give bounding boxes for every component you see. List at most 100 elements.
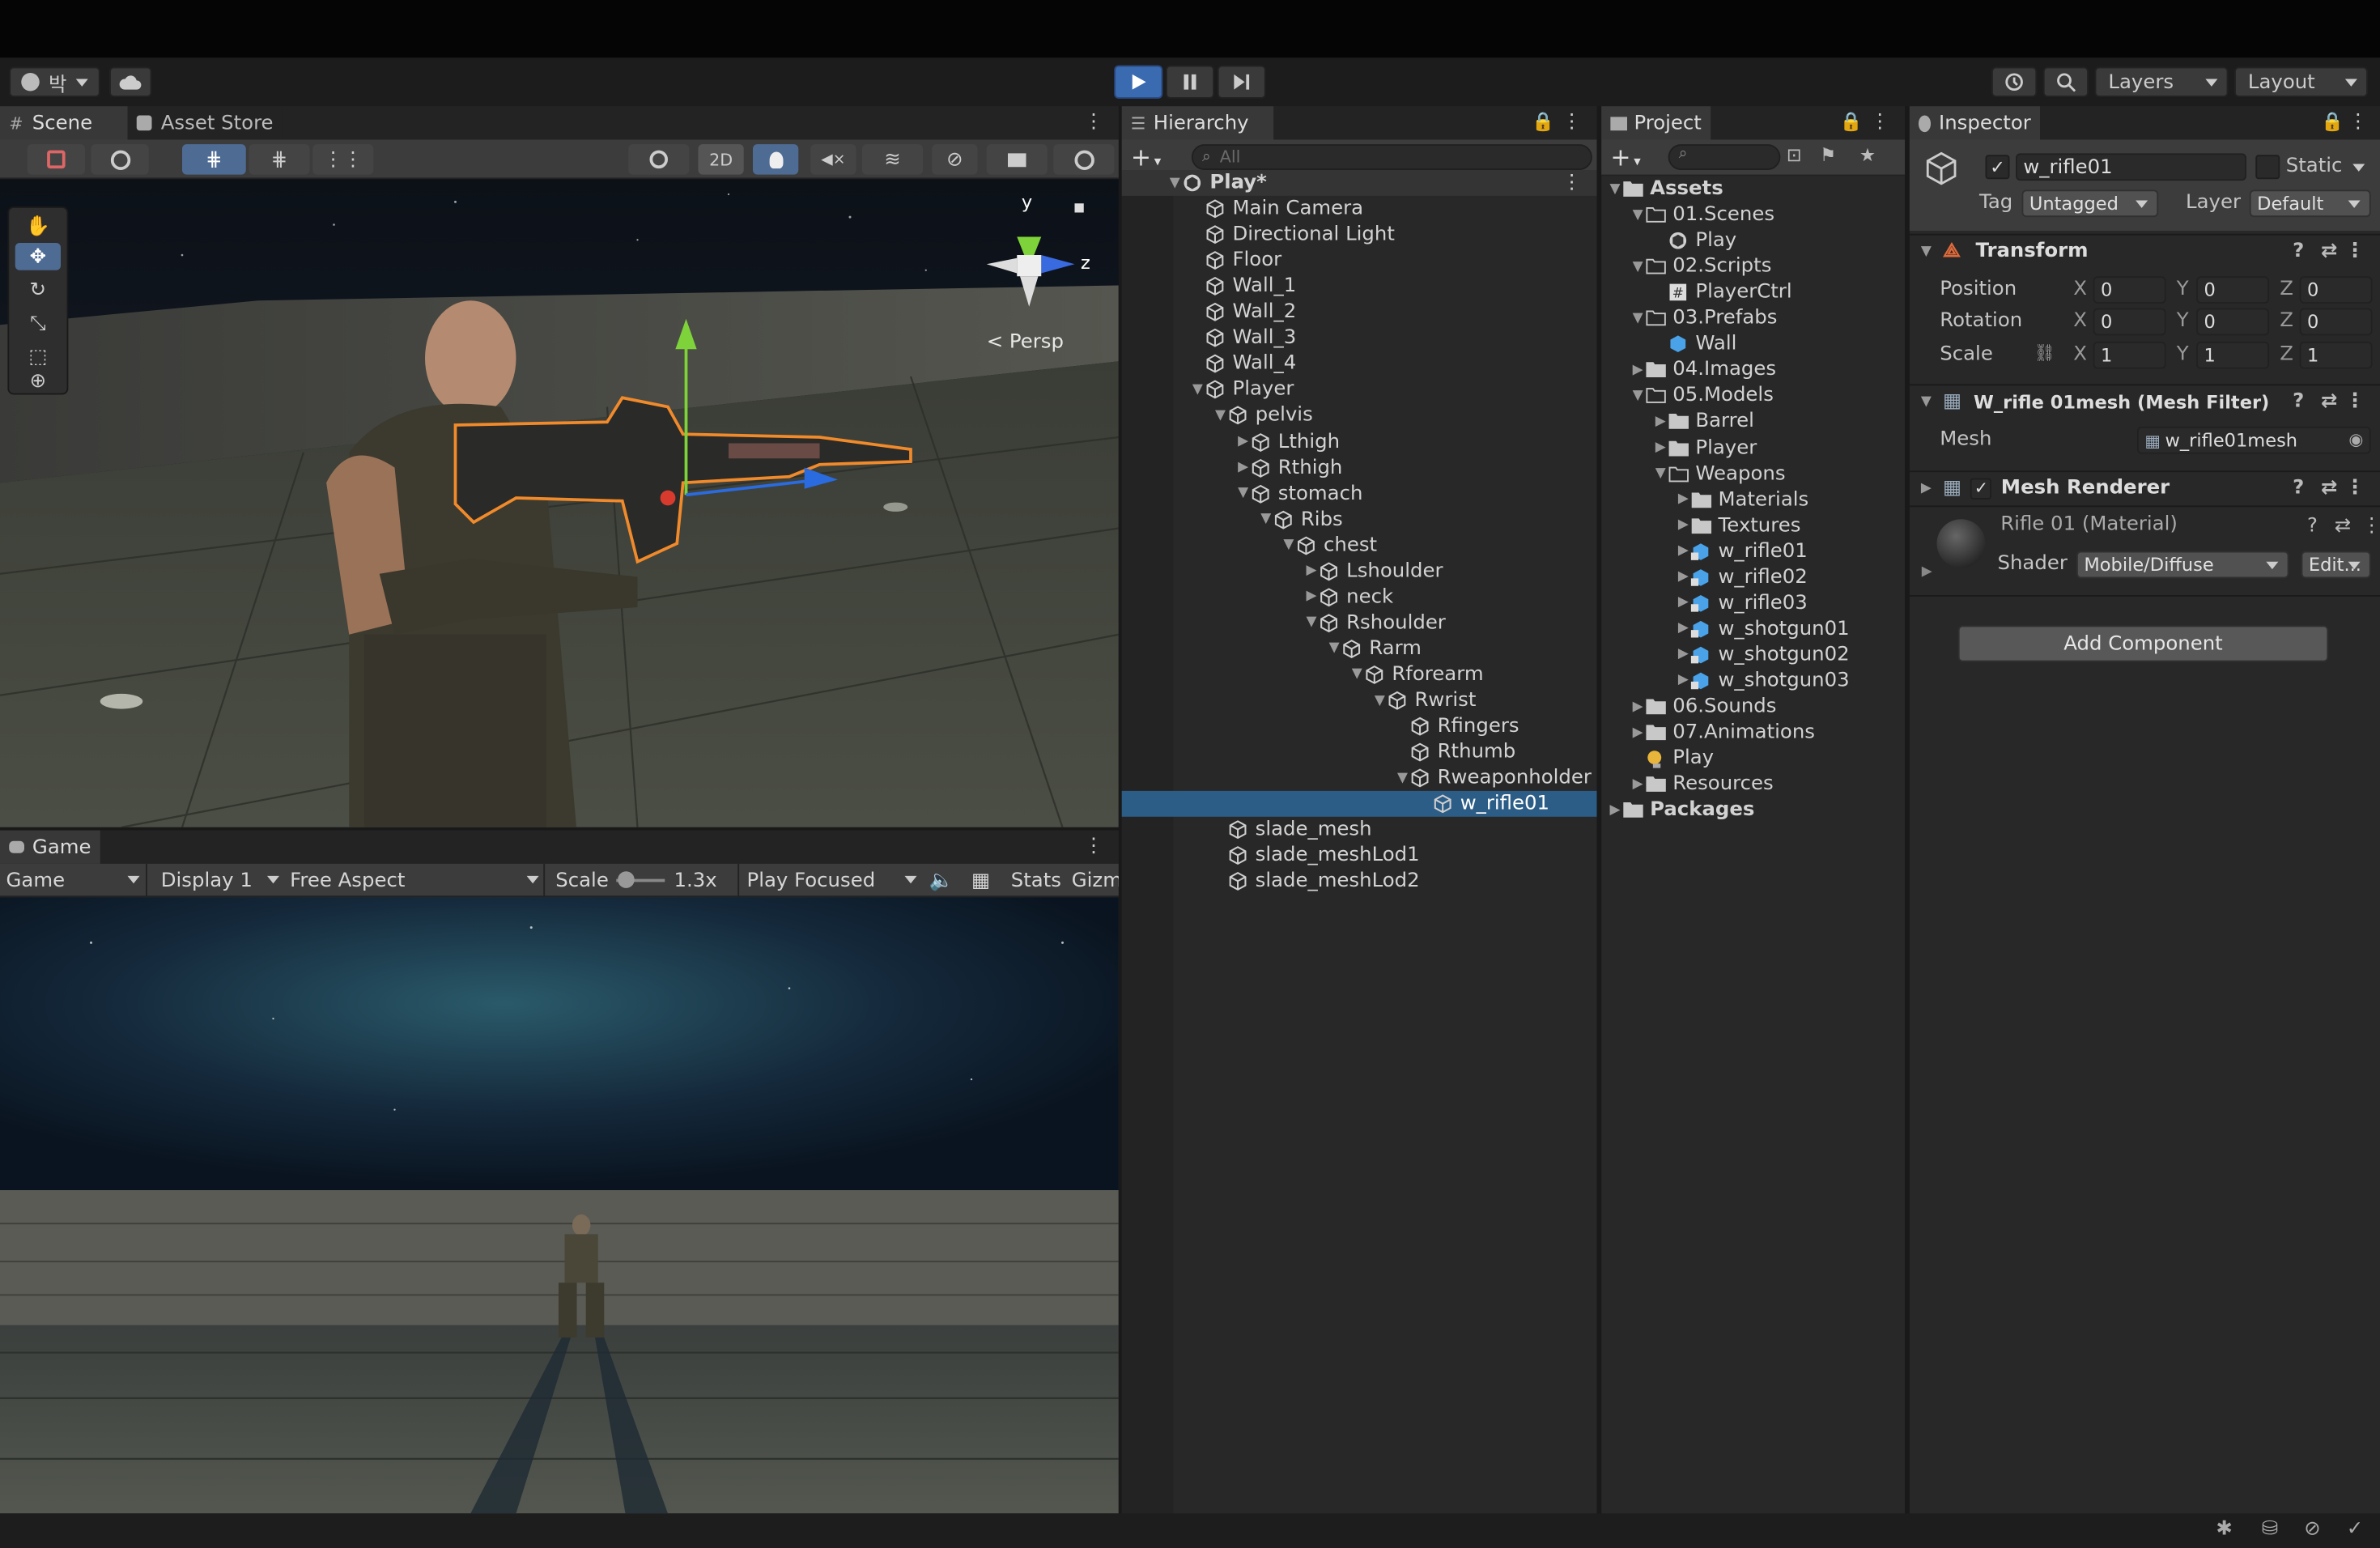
increment-snap-button[interactable]: ⋮⋮ (312, 144, 374, 175)
hand-tool-icon[interactable]: ✋ (15, 213, 61, 240)
project-item[interactable]: ▶ Textures (1601, 512, 1905, 538)
account-dropdown[interactable]: 박 (9, 66, 100, 97)
static-dropdown-icon[interactable] (2352, 164, 2365, 178)
lock-icon[interactable] (1074, 203, 1084, 213)
project-item[interactable]: ▶ Player (1601, 435, 1905, 461)
scale-x-field[interactable]: 1 (2093, 341, 2166, 369)
foldout-closed-icon[interactable]: ▶ (1235, 460, 1251, 475)
rotation-y-field[interactable]: 0 (2196, 308, 2270, 336)
position-x-field[interactable]: 0 (2093, 276, 2166, 304)
foldout-open-icon[interactable]: ▼ (1235, 486, 1251, 501)
project-item[interactable]: ▶ Packages (1601, 797, 1905, 823)
shading-dropdown[interactable] (628, 144, 690, 175)
presets-icon[interactable]: ⇄ (2321, 477, 2337, 500)
hierarchy-item[interactable]: ▼ Rarm (1122, 636, 1597, 661)
component-menu-icon[interactable]: ⋮ (2345, 240, 2365, 262)
project-item[interactable]: ▶ w_shotgun03 (1601, 668, 1905, 694)
hierarchy-search-input[interactable]: ⌕ All (1191, 144, 1592, 170)
tab-inspector[interactable]: Inspector (1909, 106, 2040, 140)
hierarchy-item[interactable]: Wall_1 (1122, 274, 1597, 300)
search-button[interactable] (2042, 66, 2089, 97)
component-menu-icon[interactable]: ⋮ (2345, 390, 2365, 413)
foldout-open-icon[interactable]: ▼ (1630, 311, 1646, 326)
foldout-open-icon[interactable]: ▼ (1349, 667, 1365, 683)
project-item[interactable]: ▶ 06.Sounds (1601, 694, 1905, 720)
rotation-y-label[interactable]: Y (2177, 310, 2189, 333)
aspect-dropdown[interactable]: Free Aspect (290, 867, 539, 895)
lighting-toggle[interactable] (753, 144, 799, 175)
hierarchy-item[interactable]: Wall_2 (1122, 300, 1597, 325)
scale-y-field[interactable]: 1 (2196, 341, 2270, 369)
view-mode-dropdown[interactable]: Game (6, 867, 143, 895)
foldout-closed-icon[interactable]: ▶ (1630, 725, 1646, 740)
mute-audio-icon[interactable]: 🔈 (929, 867, 954, 895)
hierarchy-item[interactable]: Wall_4 (1122, 351, 1597, 377)
project-item[interactable]: ▼ Weapons (1601, 461, 1905, 487)
hierarchy-item[interactable]: Rthumb (1122, 739, 1597, 765)
scale-z-field[interactable]: 1 (2299, 341, 2373, 369)
position-x-label[interactable]: X (2073, 278, 2087, 300)
scale-y-label[interactable]: Y (2177, 343, 2189, 366)
create-asset-button[interactable]: + ▾ (1610, 142, 1640, 172)
help-icon[interactable]: ? (2307, 515, 2318, 538)
transform-header[interactable]: ▼ ⟁ Transform ? ⇄ ⋮ (1909, 233, 2380, 267)
project-search-input[interactable]: ⌕ (1668, 144, 1781, 170)
display-dropdown[interactable]: Display 1 (161, 867, 279, 895)
project-item[interactable]: ▼ 03.Prefabs (1601, 305, 1905, 331)
project-item[interactable]: ▶ Materials (1601, 487, 1905, 512)
hierarchy-item[interactable]: ▼ Player (1122, 377, 1597, 403)
gizmos-dropdown[interactable] (1053, 144, 1115, 175)
foldout-closed-icon[interactable]: ▶ (1676, 647, 1691, 662)
foldout-open-icon[interactable]: ▼ (1258, 512, 1273, 527)
stats-button[interactable]: Stats (1011, 867, 1061, 895)
enabled-checkbox[interactable]: ✓ (1970, 477, 1992, 499)
layers-dropdown[interactable]: Layers (2094, 66, 2229, 97)
foldout-open-icon[interactable]: ▼ (1327, 641, 1342, 657)
object-name-field[interactable]: w_rifle01 (2016, 153, 2246, 181)
foldout-closed-icon[interactable]: ▶ (1630, 363, 1646, 378)
help-icon[interactable]: ? (2293, 240, 2304, 262)
edit-shader-button[interactable]: Edit... (2301, 551, 2371, 579)
foldout-closed-icon[interactable]: ▶ (1676, 492, 1691, 508)
foldout-open-icon[interactable]: ▼ (1653, 466, 1668, 482)
play-button[interactable] (1114, 65, 1163, 99)
search-by-label-icon[interactable]: ⚑ (1820, 144, 1836, 165)
hierarchy-item[interactable]: ▼ Ribs (1122, 507, 1597, 533)
hierarchy-item[interactable]: ▼ Rweaponholder (1122, 765, 1597, 791)
foldout-open-icon[interactable]: ▼ (1395, 771, 1410, 786)
more-menu-icon[interactable]: ⋮ (1562, 111, 1581, 134)
scale-z-label[interactable]: Z (2280, 343, 2293, 366)
position-z-label[interactable]: Z (2280, 278, 2293, 300)
toggle-2d-button[interactable]: 2D (698, 144, 744, 175)
add-object-button[interactable]: + ▾ (1131, 142, 1161, 172)
debug-icon[interactable]: ⊘ (2304, 1518, 2320, 1541)
rotation-x-label[interactable]: X (2073, 310, 2087, 333)
rotate-tool-icon[interactable]: ↻ (15, 276, 61, 304)
foldout-open-icon[interactable]: ▼ (1281, 538, 1297, 553)
scale-x-label[interactable]: X (2073, 343, 2087, 366)
hierarchy-item[interactable]: Directional Light (1122, 222, 1597, 248)
rect-tool-icon[interactable]: ⬚ (15, 343, 61, 371)
foldout-open-icon[interactable]: ▼ (1304, 615, 1320, 631)
rotation-x-field[interactable]: 0 (2093, 308, 2166, 336)
transform-tool-icon[interactable]: ⊕ (15, 368, 61, 395)
rotation-z-label[interactable]: Z (2280, 310, 2293, 333)
layer-dropdown[interactable]: Default (2249, 189, 2371, 218)
hierarchy-item[interactable]: Wall_3 (1122, 325, 1597, 351)
scale-slider-handle[interactable] (618, 871, 635, 888)
foldout-open-icon[interactable]: ▼ (1213, 408, 1228, 423)
position-z-field[interactable]: 0 (2299, 276, 2373, 304)
project-item[interactable]: ▼ Assets (1601, 176, 1905, 202)
foldout-open-icon[interactable]: ▼ (1630, 207, 1646, 223)
project-item[interactable]: ▼ 05.Models (1601, 383, 1905, 409)
active-checkbox[interactable]: ✓ (1985, 155, 2010, 180)
mesh-filter-header[interactable]: ▼ ▦ W_rifle 01mesh (Mesh Filter) ? ⇄ ⋮ (1909, 384, 2380, 417)
lock-icon[interactable]: 🔒 (1532, 111, 1554, 132)
foldout-closed-icon[interactable]: ▶ (1304, 589, 1320, 605)
hierarchy-item[interactable]: ▼ chest (1122, 533, 1597, 559)
hierarchy-item[interactable]: ▼ Rforearm (1122, 661, 1597, 687)
component-menu-icon[interactable]: ⋮ (2345, 477, 2365, 500)
hierarchy-item[interactable]: slade_mesh (1122, 817, 1597, 843)
move-tool-icon[interactable]: ✥ (15, 243, 61, 270)
hierarchy-item[interactable]: ▼ Play* ⋮ (1121, 170, 1597, 196)
